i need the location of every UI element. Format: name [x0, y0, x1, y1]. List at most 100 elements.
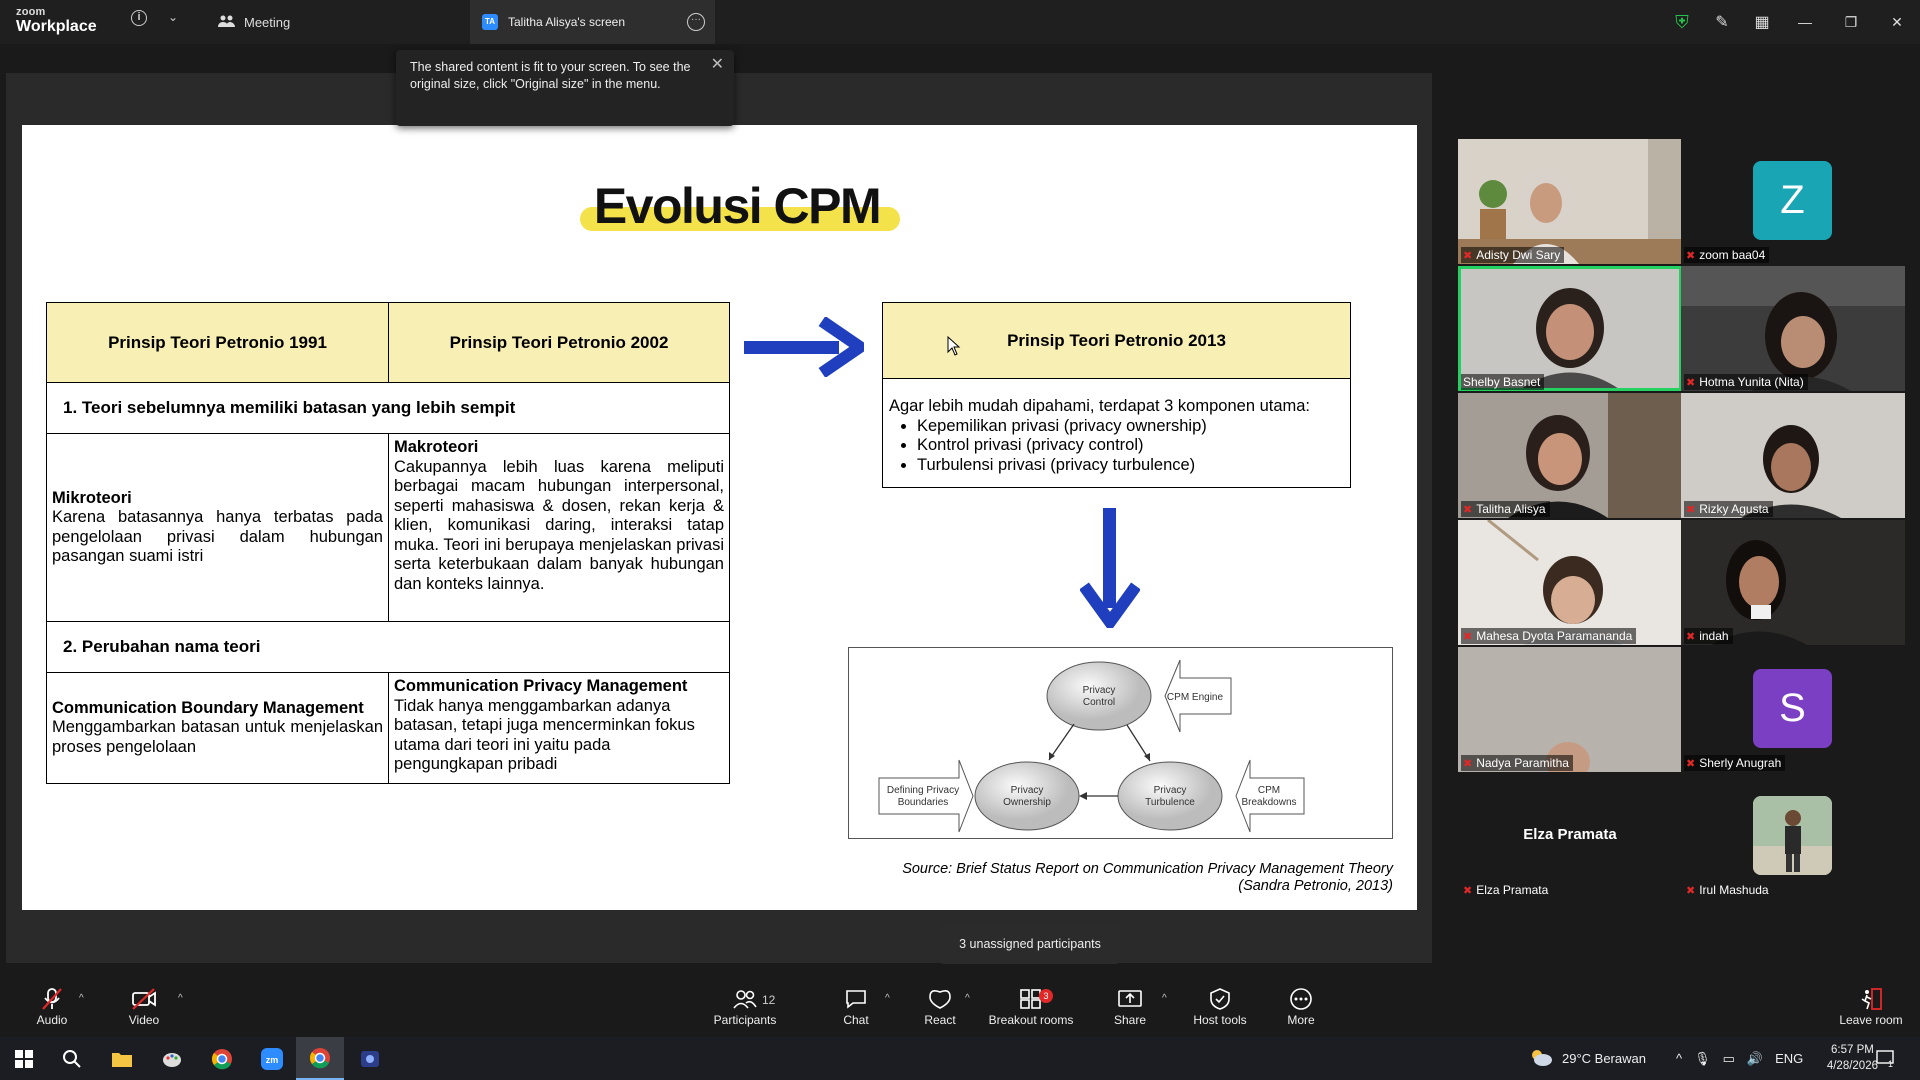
heart-icon [920, 987, 960, 1011]
search-icon[interactable] [48, 1037, 96, 1080]
people-icon [218, 14, 236, 31]
leave-door-icon [1836, 987, 1906, 1011]
restore-button[interactable]: ❐ [1828, 14, 1874, 31]
list-item: Kontrol privasi (privacy control) [917, 436, 1344, 456]
privacy-turbulence-node [1117, 761, 1223, 831]
source-citation: Source: Brief Status Report on Communica… [902, 861, 1393, 894]
share-button[interactable]: Share [1110, 987, 1150, 1027]
list-item: Kepemilikan privasi (privacy ownership) [917, 417, 1344, 437]
video-feed [1681, 393, 1905, 518]
intro-2013: Agar lebih mudah dipahami, terdapat 3 ko… [889, 397, 1311, 415]
muted-mic-icon: ✖ [1463, 884, 1473, 897]
svg-text:Breakdowns: Breakdowns [1241, 797, 1296, 808]
component-list: Kepemilikan privasi (privacy ownership) … [917, 417, 1344, 476]
language-indicator[interactable]: ENG [1775, 1051, 1803, 1066]
participant-tile[interactable]: ✖ Adisty Dwi Sary [1458, 139, 1682, 264]
zoom-app-icon[interactable]: zm [248, 1037, 296, 1080]
windows-start-icon[interactable] [0, 1037, 48, 1080]
view-layout-icon[interactable]: ▦ [1742, 12, 1782, 32]
tooltip-close-icon[interactable]: ✕ [711, 56, 724, 73]
cpm-breakdowns-node [1235, 759, 1305, 833]
annotate-pen-icon[interactable]: ✎ [1702, 12, 1742, 32]
breakout-grid-icon [988, 987, 1074, 1011]
network-icon[interactable]: ▭ [1723, 1051, 1735, 1067]
participant-tile[interactable]: ✖ Mahesa Dyota Paramananda [1458, 520, 1682, 645]
chat-button[interactable]: Chat [836, 987, 876, 1027]
leave-room-button[interactable]: Leave room [1836, 987, 1906, 1027]
close-button[interactable]: ✕ [1874, 14, 1920, 31]
mouse-cursor-icon [947, 335, 961, 361]
more-options-icon[interactable]: ··· [687, 13, 705, 31]
svg-text:CPM Engine: CPM Engine [1167, 692, 1224, 703]
avatar: S [1753, 669, 1832, 748]
title-bar: zoom Workplace i ⌄ Meeting TA Talitha Al… [0, 0, 1920, 44]
clock[interactable]: 6:57 PM 4/28/2026 [1827, 1042, 1878, 1074]
video-feed [1458, 520, 1682, 645]
minimize-button[interactable]: — [1782, 14, 1828, 30]
muted-mic-icon: ✖ [1463, 503, 1473, 516]
participant-tile[interactable]: ✖ Talitha Alisya [1458, 393, 1682, 518]
shared-screen-tab[interactable]: TA Talitha Alisya's screen ··· [470, 0, 715, 44]
privacy-control-node [1046, 661, 1152, 731]
volume-icon[interactable]: 🔊 [1747, 1051, 1763, 1067]
chevron-down-icon[interactable]: ⌄ [168, 10, 178, 24]
sharer-badge: TA [482, 14, 498, 30]
host-tools-button[interactable]: Host tools [1188, 987, 1252, 1027]
more-button[interactable]: More [1283, 987, 1319, 1027]
video-feed [1681, 520, 1905, 645]
muted-mic-icon: ✖ [1686, 249, 1696, 262]
mikroteori-cell: Mikroteori Karena batasannya hanya terba… [46, 433, 389, 622]
react-button[interactable]: React [920, 987, 960, 1027]
participant-tile[interactable]: ✖ Hotma Yunita (Nita) [1681, 266, 1905, 391]
muted-mic-icon: ✖ [1463, 630, 1473, 643]
muted-mic-icon: ✖ [1463, 757, 1473, 770]
mic-tray-icon[interactable]: 🎙 [1694, 1051, 1711, 1067]
participant-tile[interactable]: ✖ indah [1681, 520, 1905, 645]
participant-tile[interactable]: S ✖ Sherly Anugrah [1681, 647, 1905, 772]
audio-options-caret-icon[interactable]: ^ [79, 993, 84, 1004]
video-off-icon [124, 987, 164, 1011]
participant-tile[interactable]: ✖ Rizky Agusta [1681, 393, 1905, 518]
svg-text:Control: Control [1083, 697, 1115, 708]
video-button[interactable]: Video [124, 987, 164, 1027]
security-shield-icon[interactable]: ⛨ [1662, 12, 1702, 33]
muted-mic-icon: ✖ [1686, 630, 1696, 643]
react-options-caret-icon[interactable]: ^ [965, 993, 970, 1004]
slide-title: Evolusi CPM [572, 177, 902, 235]
chrome-icon[interactable] [198, 1037, 246, 1080]
svg-text:Turbulence: Turbulence [1145, 797, 1195, 808]
fit-screen-tooltip: The shared content is fit to your screen… [396, 50, 734, 126]
participant-tile[interactable]: Z ✖ zoom baa04 [1681, 139, 1905, 264]
video-feed [1458, 266, 1682, 391]
share-options-caret-icon[interactable]: ^ [1162, 993, 1167, 1004]
chat-options-caret-icon[interactable]: ^ [885, 993, 890, 1004]
participant-tile[interactable]: ✖ Nadya Paramitha [1458, 647, 1682, 772]
breakout-badge: 3 [1039, 989, 1053, 1003]
video-options-caret-icon[interactable]: ^ [178, 993, 183, 1004]
participant-display-name: Elza Pramata [1523, 826, 1617, 843]
svg-text:Privacy: Privacy [1083, 685, 1116, 696]
muted-mic-icon: ✖ [1686, 757, 1696, 770]
arrow-right-icon [744, 316, 871, 382]
audio-button[interactable]: Audio [34, 987, 70, 1027]
weather-widget[interactable]: 29°C Berawan [1528, 1037, 1646, 1080]
defining-boundaries-node [878, 759, 974, 833]
file-explorer-icon[interactable] [98, 1037, 146, 1080]
participant-tile[interactable]: ✖ Irul Mashuda [1681, 774, 1905, 899]
chevron-up-icon[interactable]: ^ [1676, 1051, 1682, 1066]
participant-tile[interactable]: Elza Pramata ✖ Elza Pramata [1458, 774, 1682, 899]
participant-tile[interactable]: Shelby Basnet [1458, 266, 1682, 391]
notification-icon[interactable]: 1 [1876, 1037, 1894, 1080]
camera-app-icon[interactable] [346, 1037, 394, 1080]
svg-text:Privacy: Privacy [1011, 785, 1044, 796]
svg-text:CPM: CPM [1258, 785, 1280, 796]
meeting-info-icon[interactable]: i [131, 10, 147, 26]
chrome-active-icon[interactable] [296, 1037, 344, 1080]
avatar: Z [1753, 161, 1832, 240]
breakout-rooms-button[interactable]: Breakout rooms [988, 987, 1074, 1027]
participant-gallery: ✖ Adisty Dwi Sary Z ✖ zoom baa04 Shelby Ba… [1433, 44, 1920, 981]
avatar [1753, 796, 1832, 875]
unassigned-participants-popup[interactable]: 3 unassigned participants [940, 924, 1120, 964]
paint-app-icon[interactable] [148, 1037, 196, 1080]
meeting-tab[interactable]: Meeting [218, 0, 290, 44]
